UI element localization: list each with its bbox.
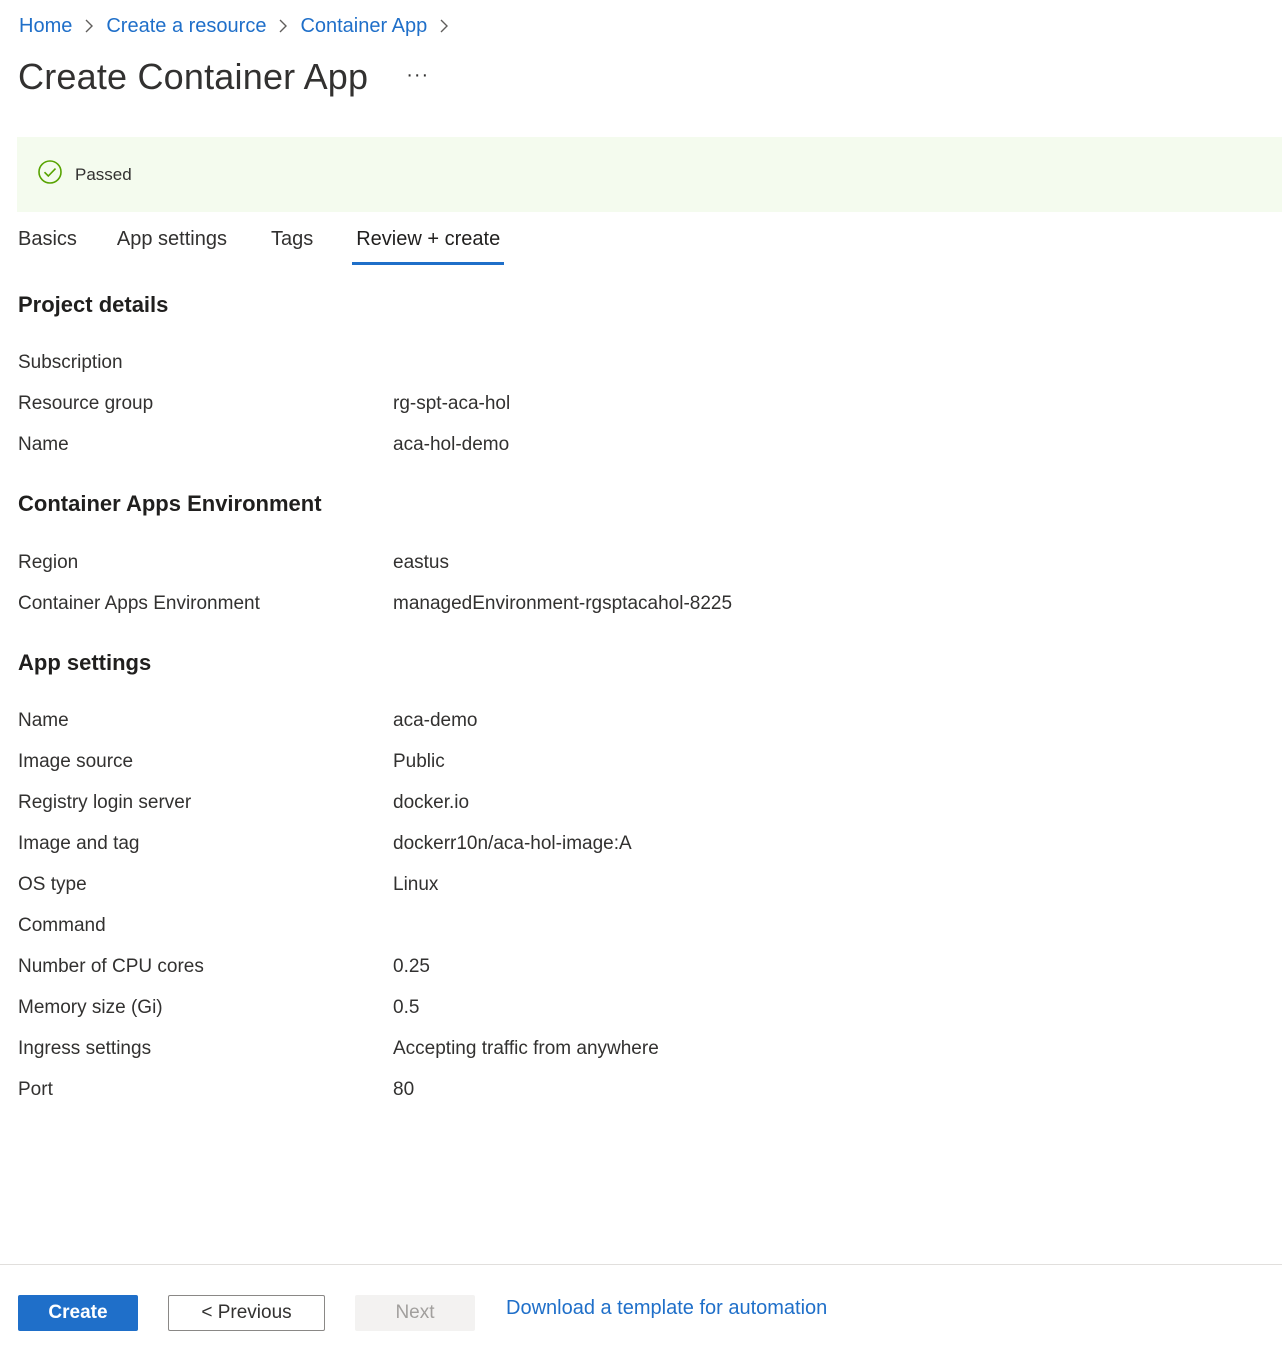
download-template-link[interactable]: Download a template for automation bbox=[506, 1297, 827, 1320]
detail-row: Region eastus bbox=[18, 552, 449, 580]
detail-label: Image and tag bbox=[18, 833, 140, 854]
detail-value: 0.5 bbox=[393, 997, 420, 1018]
detail-row: OS type Linux bbox=[18, 874, 438, 902]
detail-label: Subscription bbox=[18, 352, 123, 373]
detail-value: Public bbox=[393, 751, 445, 772]
tab-tags[interactable]: Tags bbox=[271, 224, 313, 268]
tab-review-create[interactable]: Review + create bbox=[352, 224, 505, 268]
detail-label: Name bbox=[18, 434, 69, 455]
detail-label: Container Apps Environment bbox=[18, 593, 260, 614]
detail-value: managedEnvironment-rgsptacahol-8225 bbox=[393, 593, 733, 614]
wizard-tabs: Basics App settings Tags Review + create bbox=[18, 224, 505, 268]
detail-row: Resource group rg-spt-aca-hol bbox=[18, 393, 510, 421]
detail-row: Subscription bbox=[18, 352, 393, 380]
breadcrumb-create-resource[interactable]: Create a resource bbox=[106, 15, 266, 38]
detail-row: Command bbox=[18, 915, 393, 943]
breadcrumb-container-app[interactable]: Container App bbox=[300, 15, 427, 38]
detail-label: Number of CPU cores bbox=[18, 956, 204, 977]
detail-row: Name aca-demo bbox=[18, 710, 478, 738]
detail-label: Port bbox=[18, 1079, 53, 1100]
title-row: Create Container App ··· bbox=[18, 56, 429, 98]
detail-row: Registry login server docker.io bbox=[18, 792, 469, 820]
more-options-icon[interactable]: ··· bbox=[406, 64, 429, 87]
detail-label: Image source bbox=[18, 751, 134, 772]
detail-label: OS type bbox=[18, 874, 87, 895]
detail-value: 0.25 bbox=[393, 956, 430, 977]
create-button[interactable]: Create bbox=[18, 1295, 138, 1331]
detail-row: Ingress settings Accepting traffic from … bbox=[18, 1038, 659, 1066]
section-title-environment: Container Apps Environment bbox=[18, 491, 322, 516]
detail-label: Registry login server bbox=[18, 792, 192, 813]
detail-value: Linux bbox=[393, 874, 439, 895]
detail-label: Resource group bbox=[18, 393, 154, 414]
detail-value: docker.io bbox=[393, 792, 470, 813]
previous-button[interactable]: < Previous bbox=[168, 1295, 325, 1331]
detail-row: Number of CPU cores 0.25 bbox=[18, 956, 430, 984]
detail-row: Port 80 bbox=[18, 1079, 414, 1107]
breadcrumb-home[interactable]: Home bbox=[19, 15, 72, 38]
detail-value: 80 bbox=[393, 1079, 415, 1100]
chevron-right-icon bbox=[266, 14, 300, 38]
detail-row: Container Apps Environment managedEnviro… bbox=[18, 593, 732, 621]
check-circle-icon bbox=[37, 159, 63, 190]
detail-value: eastus bbox=[393, 552, 449, 573]
footer-divider bbox=[0, 1264, 1282, 1265]
chevron-right-icon bbox=[72, 14, 106, 38]
chevron-right-icon bbox=[427, 14, 461, 38]
detail-label: Command bbox=[18, 915, 106, 936]
detail-value: dockerr10n/aca-hol-image:A bbox=[393, 833, 632, 854]
detail-row: Image and tag dockerr10n/aca-hol-image:A bbox=[18, 833, 632, 861]
detail-value: aca-demo bbox=[393, 710, 478, 731]
validation-banner: Passed bbox=[17, 137, 1282, 212]
detail-value: aca-hol-demo bbox=[393, 434, 510, 455]
detail-label: Ingress settings bbox=[18, 1038, 152, 1059]
next-button: Next bbox=[355, 1295, 475, 1331]
tab-basics[interactable]: Basics bbox=[18, 224, 77, 268]
validation-status: Passed bbox=[75, 164, 132, 184]
detail-row: Memory size (Gi) 0.5 bbox=[18, 997, 419, 1025]
detail-value: Accepting traffic from anywhere bbox=[393, 1038, 659, 1059]
detail-label: Region bbox=[18, 552, 79, 573]
detail-row: Name aca-hol-demo bbox=[18, 434, 509, 462]
detail-label: Name bbox=[18, 710, 69, 731]
detail-row: Image source Public bbox=[18, 751, 445, 779]
breadcrumb: Home Create a resource Container App bbox=[19, 14, 461, 38]
detail-label: Memory size (Gi) bbox=[18, 997, 163, 1018]
detail-value: rg-spt-aca-hol bbox=[393, 393, 511, 414]
page-title: Create Container App bbox=[18, 56, 369, 97]
section-title-app-settings: App settings bbox=[18, 650, 152, 675]
tab-app-settings[interactable]: App settings bbox=[117, 224, 227, 268]
section-title-project-details: Project details bbox=[18, 292, 169, 317]
